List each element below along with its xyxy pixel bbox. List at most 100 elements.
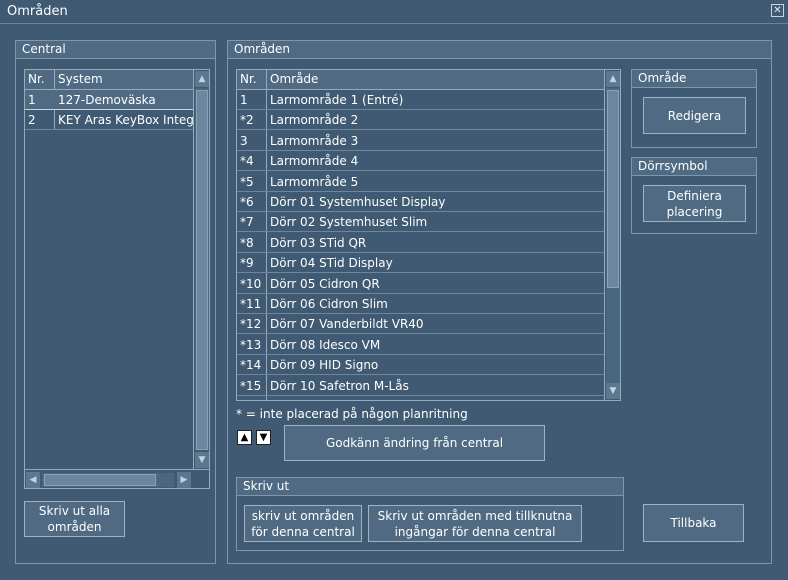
- table-row[interactable]: *6 Dörr 01 Systemhuset Display: [237, 192, 604, 212]
- print-areas-button[interactable]: skriv ut områden för denna central: [244, 505, 362, 542]
- back-button[interactable]: Tillbaka: [643, 504, 744, 542]
- row-nr: *6: [240, 195, 254, 209]
- row-area-name: Dörr 03 STid QR: [270, 235, 367, 250]
- row-area-name: Dörr 05 Cidron QR: [270, 276, 380, 291]
- area-group: Område Redigera: [631, 69, 757, 148]
- table-row[interactable]: 2 KEY Aras KeyBox Integr: [25, 110, 193, 130]
- row-nr: *12: [240, 317, 262, 332]
- table-row[interactable]: *15 Dörr 10 Safetron M-Lås: [237, 376, 604, 396]
- row-nr: *9: [240, 256, 254, 271]
- door-symbol-group: Dörrsymbol Definiera placering: [631, 157, 757, 234]
- row-area-name: Larmområde 4: [270, 154, 359, 169]
- scroll-left-icon[interactable]: ◀: [26, 472, 40, 488]
- row-area-name: Dörr 07 Vanderbildt VR40: [270, 317, 424, 332]
- scroll-up-icon[interactable]: ▲: [606, 71, 620, 87]
- column-omrade[interactable]: Område: [270, 72, 318, 86]
- table-row[interactable]: *10 Dörr 05 Cidron QR: [237, 274, 604, 294]
- row-area-name: Dörr 01 Systemhuset Display: [270, 195, 446, 209]
- window-title: Områden: [7, 4, 68, 19]
- scroll-down-icon[interactable]: ▼: [195, 452, 209, 468]
- row-area-name: Larmområde 1 (Entré): [270, 93, 404, 107]
- column-nr[interactable]: Nr.: [240, 72, 257, 86]
- edit-button[interactable]: Redigera: [643, 97, 746, 134]
- areas-list-header: Nr. Område: [237, 70, 605, 90]
- table-row[interactable]: *2 Larmområde 2: [237, 110, 604, 131]
- row-nr: *5: [240, 174, 254, 189]
- row-system: KEY Aras KeyBox Integr: [58, 113, 193, 127]
- table-row[interactable]: *4 Larmområde 4: [237, 151, 604, 172]
- table-row[interactable]: *11 Dörr 06 Cidron Slim: [237, 294, 604, 314]
- central-list-header: Nr. System: [25, 70, 193, 90]
- row-nr: 1: [28, 93, 36, 107]
- central-vertical-scrollbar[interactable]: ▲ ▼: [193, 70, 209, 470]
- define-placement-button[interactable]: Definiera placering: [643, 185, 746, 222]
- table-row[interactable]: *13 Dörr 08 Idesco VM: [237, 335, 604, 355]
- column-system[interactable]: System: [58, 72, 103, 86]
- unplaced-note: * = inte placerad på någon planritning: [236, 407, 468, 421]
- row-system: 127-Demoväska: [58, 93, 156, 107]
- row-nr: *4: [240, 154, 254, 169]
- print-all-areas-button[interactable]: Skriv ut alla områden: [24, 501, 125, 537]
- row-nr: *2: [240, 113, 254, 128]
- area-group-header: Område: [632, 70, 756, 88]
- column-nr[interactable]: Nr.: [28, 72, 45, 86]
- row-nr: *8: [240, 235, 254, 250]
- scroll-right-icon[interactable]: ▶: [177, 472, 191, 488]
- areas-vertical-scrollbar[interactable]: ▲ ▼: [604, 70, 620, 400]
- row-area-name: Dörr 08 Idesco VM: [270, 337, 381, 352]
- areas-list: Nr. Område 1 Larmområde 1 (Entré) *2 Larmom…: [236, 69, 621, 401]
- row-area-name: Dörr 06 Cidron Slim: [270, 297, 388, 311]
- row-area-name: Dörr 04 STid Display: [270, 256, 393, 271]
- move-down-icon[interactable]: ▼: [256, 430, 271, 445]
- row-nr: *7: [240, 215, 254, 230]
- row-nr: 3: [240, 133, 248, 148]
- row-nr: *15: [240, 378, 262, 393]
- table-row[interactable]: 3 Larmområde 3: [237, 131, 604, 151]
- row-nr: *14: [240, 358, 262, 373]
- print-areas-label-1: skriv ut områden: [251, 508, 355, 523]
- title-bar: Områden ✕: [0, 0, 788, 24]
- move-up-icon[interactable]: ▲: [237, 430, 252, 445]
- print-inputs-label-2: ingångar för denna central: [394, 524, 556, 539]
- table-row[interactable]: *12 Dörr 07 Vanderbildt VR40: [237, 314, 604, 335]
- close-icon[interactable]: ✕: [771, 4, 784, 17]
- scroll-thumb[interactable]: [607, 90, 619, 288]
- print-all-label-2: områden: [47, 520, 102, 534]
- scroll-thumb-horizontal[interactable]: [44, 474, 156, 486]
- table-row[interactable]: *14 Dörr 09 HID Signo: [237, 355, 604, 376]
- row-area-name: Dörr 10 Safetron M-Lås: [270, 378, 409, 393]
- table-row[interactable]: *7 Dörr 02 Systemhuset Slim: [237, 212, 604, 233]
- row-area-name: Dörr 02 Systemhuset Slim: [270, 215, 428, 230]
- row-nr: *13: [240, 337, 262, 352]
- define-label-1: Definiera: [667, 188, 722, 203]
- row-area-name: Larmområde 5: [270, 174, 359, 189]
- print-areas-label-2: för denna central: [251, 524, 355, 539]
- print-areas-with-inputs-button[interactable]: Skriv ut områden med tillknutna ingångar…: [368, 505, 582, 542]
- central-horizontal-scrollbar[interactable]: ◀ ▶: [25, 469, 209, 488]
- define-label-2: placering: [666, 204, 723, 219]
- row-nr: *10: [240, 276, 262, 291]
- door-symbol-header: Dörrsymbol: [632, 158, 756, 176]
- row-nr: *11: [240, 297, 262, 311]
- scroll-up-icon[interactable]: ▲: [195, 71, 209, 87]
- table-row[interactable]: 1 Larmområde 1 (Entré): [237, 90, 604, 110]
- central-header: Central: [16, 41, 215, 59]
- print-inputs-label-1: Skriv ut områden med tillknutna: [377, 508, 573, 523]
- print-group-header: Skriv ut: [237, 478, 623, 496]
- table-row[interactable]: *9 Dörr 04 STid Display: [237, 253, 604, 274]
- table-row[interactable]: 1 127-Demoväska: [25, 90, 193, 110]
- areas-panel: Områden Nr. Område 1 Larmområde 1 (Entré)…: [227, 40, 772, 564]
- scroll-thumb[interactable]: [196, 90, 208, 450]
- table-row[interactable]: *8 Dörr 03 STid QR: [237, 233, 604, 253]
- central-list: Nr. System 1 127-Demoväska 2 KEY Aras KeyBo…: [24, 69, 210, 489]
- central-panel: Central Nr. System 1 127-Demoväska 2 KEY Ar…: [15, 40, 216, 564]
- row-area-name: Dörr 09 HID Signo: [270, 358, 379, 373]
- row-area-name: Larmområde 2: [270, 113, 359, 128]
- approve-change-button[interactable]: Godkänn ändring från central: [284, 425, 545, 461]
- row-nr: 2: [28, 113, 36, 127]
- scroll-down-icon[interactable]: ▼: [606, 383, 620, 399]
- areas-header: Områden: [228, 41, 771, 59]
- table-row[interactable]: *5 Larmområde 5: [237, 172, 604, 192]
- row-area-name: Larmområde 3: [270, 133, 359, 148]
- row-nr: 1: [240, 93, 248, 107]
